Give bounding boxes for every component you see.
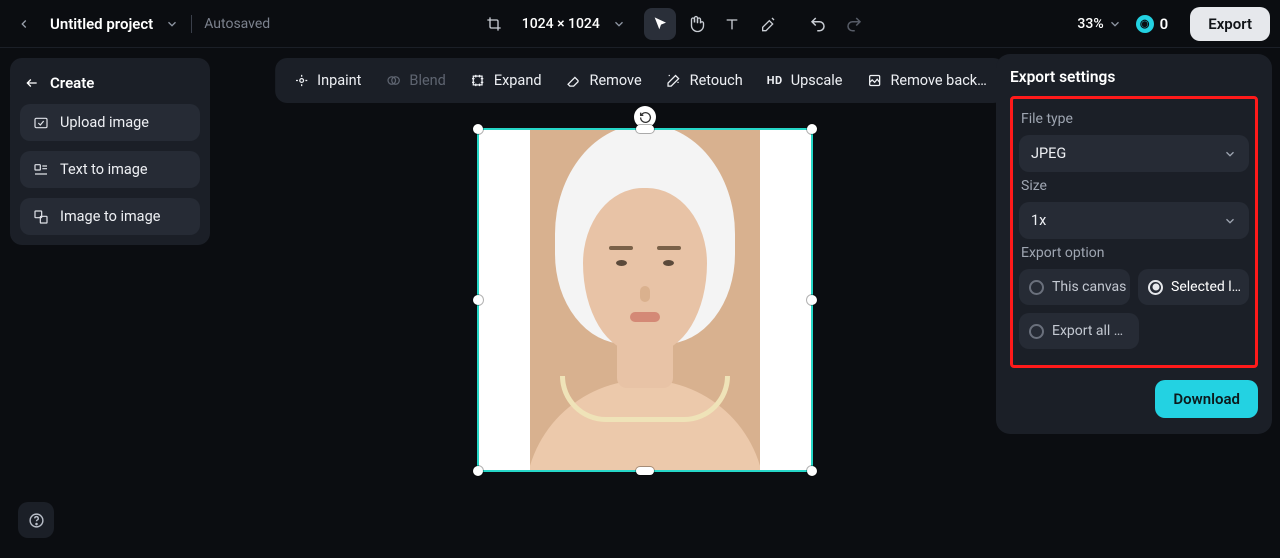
back-arrow-icon <box>24 76 40 90</box>
export-options-highlight: File type JPEG Size 1x Export option Thi… <box>1010 96 1258 368</box>
remove-action[interactable]: Remove <box>556 64 652 97</box>
export-settings-panel: Export settings File type JPEG Size 1x E… <box>996 54 1272 434</box>
expand-icon <box>470 73 486 88</box>
text-to-image-button[interactable]: Text to image <box>20 151 200 188</box>
retouch-label: Retouch <box>690 72 743 89</box>
zoom-control[interactable]: 33% <box>1077 16 1121 32</box>
image-to-image-button[interactable]: Image to image <box>20 198 200 235</box>
tool-cluster <box>644 8 870 40</box>
export-option-selected-label: Selected l… <box>1171 279 1241 295</box>
hand-tool[interactable] <box>680 8 712 40</box>
upload-icon <box>32 115 50 131</box>
export-option-export-all[interactable]: Export all … <box>1019 313 1139 349</box>
expand-action[interactable]: Expand <box>460 64 552 97</box>
resize-handle-mr[interactable] <box>807 295 817 305</box>
crop-icon[interactable] <box>478 8 510 40</box>
blend-action[interactable]: Blend <box>375 64 455 97</box>
inpaint-icon <box>293 73 309 88</box>
upscale-label: Upscale <box>791 72 843 89</box>
size-value: 1x <box>1031 212 1046 229</box>
credits-display[interactable]: ◉ 0 <box>1130 15 1175 33</box>
remove-label: Remove <box>590 72 642 89</box>
export-option-label: Export option <box>1021 245 1249 261</box>
text-to-image-label: Text to image <box>60 161 148 178</box>
upscale-action[interactable]: HD Upscale <box>757 64 853 97</box>
radio-icon <box>1029 280 1044 295</box>
export-settings-title: Export settings <box>1010 68 1258 86</box>
export-option-selected[interactable]: Selected l… <box>1138 269 1249 305</box>
blend-icon <box>385 73 401 88</box>
eraser-icon <box>566 73 582 88</box>
size-label: Size <box>1021 178 1249 194</box>
inpaint-action[interactable]: Inpaint <box>283 64 371 97</box>
size-dropdown[interactable]: 1x <box>1019 202 1249 239</box>
resize-handle-mt[interactable] <box>636 125 654 133</box>
chevron-down-icon <box>1223 214 1237 228</box>
export-option-export-all-label: Export all … <box>1052 323 1123 339</box>
project-title-chevron-icon[interactable] <box>165 17 179 31</box>
redo-button[interactable] <box>838 8 870 40</box>
resize-handle-tl[interactable] <box>473 124 483 134</box>
resize-handle-ml[interactable] <box>473 295 483 305</box>
download-button[interactable]: Download <box>1155 380 1258 418</box>
create-label: Create <box>50 74 94 92</box>
remove-bg-icon <box>866 73 882 88</box>
dimensions-chevron-icon[interactable] <box>612 17 626 31</box>
action-toolbar: Inpaint Blend Expand Remove Retouch HD U… <box>275 58 1005 103</box>
create-panel: Create Upload image Text to image Image … <box>10 58 210 245</box>
chevron-down-icon <box>1223 147 1237 161</box>
export-button[interactable]: Export <box>1190 7 1270 41</box>
canvas-dimensions-group: 1024 × 1024 <box>478 8 626 40</box>
remove-background-action[interactable]: Remove back… <box>856 64 996 97</box>
text-to-image-icon <box>32 162 50 178</box>
wand-icon <box>666 73 682 88</box>
image-to-image-label: Image to image <box>60 208 160 225</box>
resize-handle-bl[interactable] <box>473 466 483 476</box>
export-option-this-canvas[interactable]: This canvas <box>1019 269 1130 305</box>
export-option-this-canvas-label: This canvas <box>1052 279 1126 295</box>
blend-label: Blend <box>409 72 445 89</box>
project-title[interactable]: Untitled project <box>46 15 157 33</box>
back-button[interactable] <box>10 10 38 38</box>
file-type-label: File type <box>1021 111 1249 127</box>
image-to-image-icon <box>32 209 50 225</box>
divider <box>191 15 192 33</box>
zoom-chevron-icon <box>1108 17 1122 31</box>
radio-icon <box>1029 324 1044 339</box>
help-button[interactable] <box>18 502 54 538</box>
radio-icon <box>1148 280 1163 295</box>
resize-handle-br[interactable] <box>807 466 817 476</box>
resize-handle-mb[interactable] <box>636 467 654 475</box>
credits-icon: ◉ <box>1136 15 1154 33</box>
file-type-value: JPEG <box>1031 145 1066 162</box>
upload-image-label: Upload image <box>60 114 149 131</box>
hd-icon: HD <box>767 74 783 87</box>
undo-button[interactable] <box>802 8 834 40</box>
upload-image-button[interactable]: Upload image <box>20 104 200 141</box>
expand-label: Expand <box>494 72 542 89</box>
top-bar: Untitled project Autosaved 1024 × 1024 <box>0 0 1280 48</box>
retouch-action[interactable]: Retouch <box>656 64 753 97</box>
pointer-tool[interactable] <box>644 8 676 40</box>
file-type-dropdown[interactable]: JPEG <box>1019 135 1249 172</box>
create-header[interactable]: Create <box>20 68 200 104</box>
canvas-image <box>530 130 760 470</box>
canvas-dimensions[interactable]: 1024 × 1024 <box>518 16 604 32</box>
canvas-selection[interactable] <box>477 128 813 472</box>
remove-bg-label: Remove back… <box>890 72 986 89</box>
resize-handle-tr[interactable] <box>807 124 817 134</box>
brush-tool[interactable] <box>752 8 784 40</box>
text-tool[interactable] <box>716 8 748 40</box>
inpaint-label: Inpaint <box>317 72 361 89</box>
autosaved-label: Autosaved <box>204 16 270 32</box>
zoom-value: 33% <box>1077 16 1103 32</box>
credits-value: 0 <box>1160 15 1169 33</box>
